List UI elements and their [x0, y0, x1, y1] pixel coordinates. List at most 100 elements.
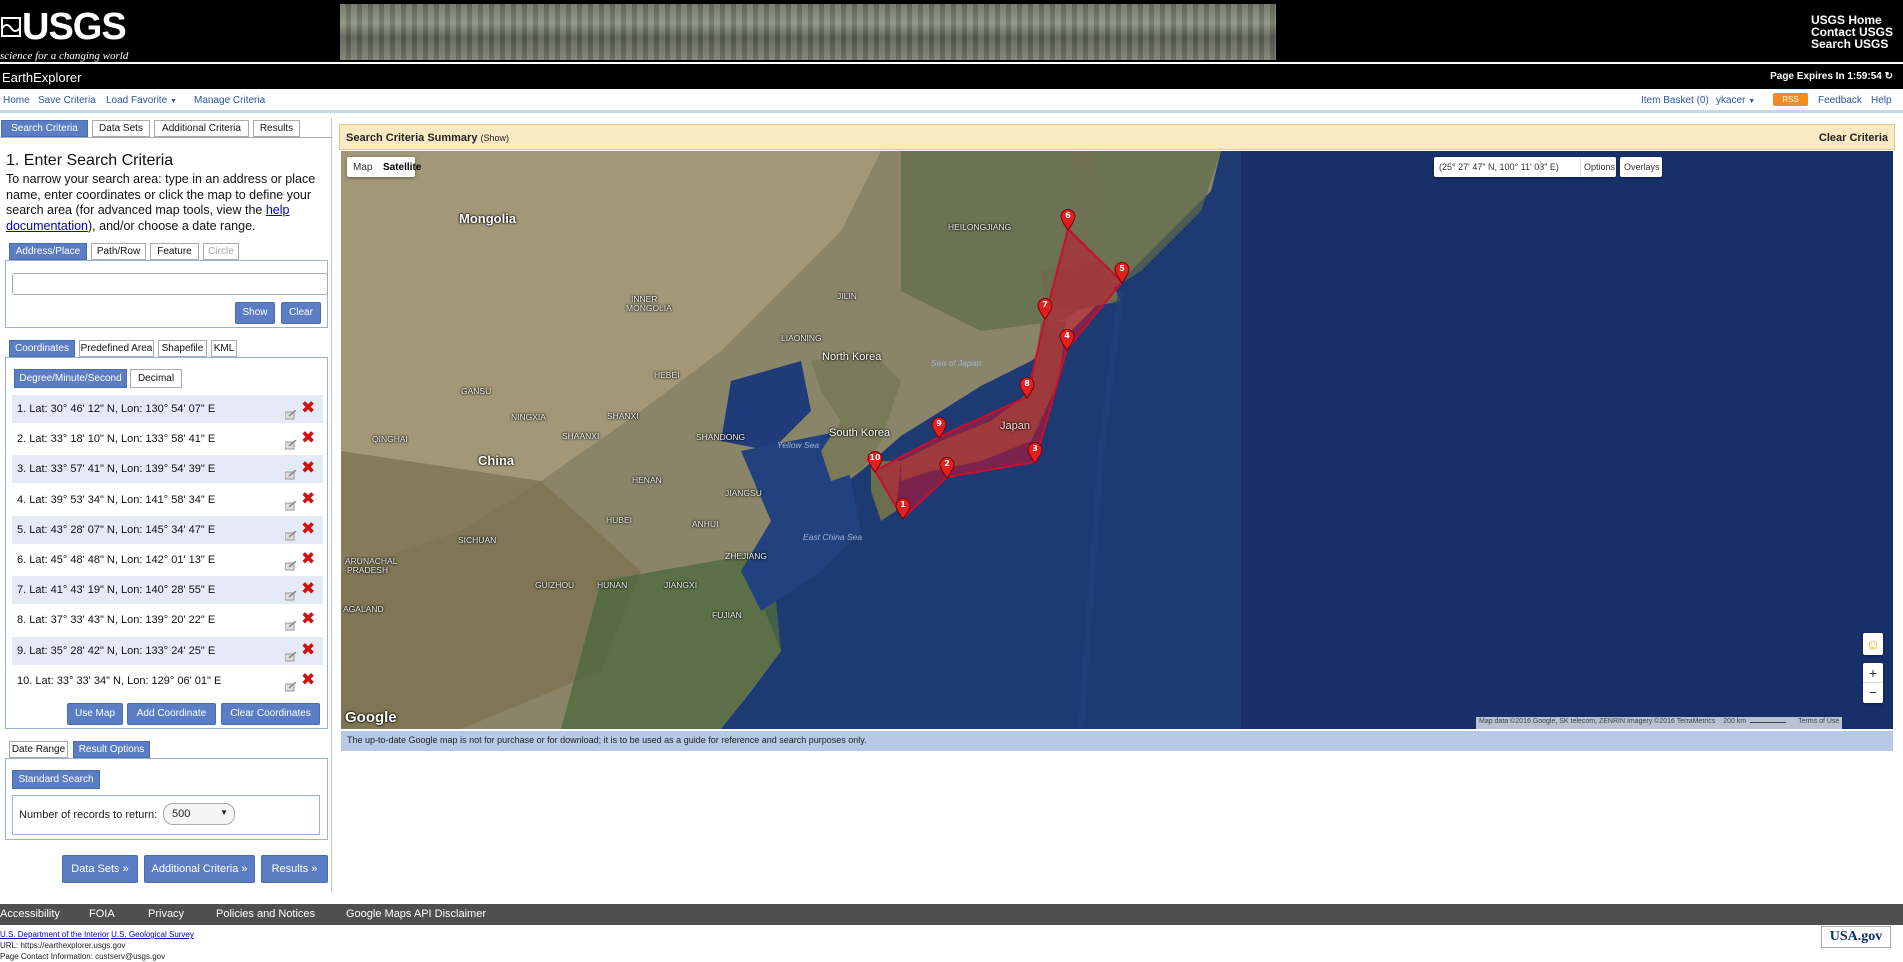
refresh-icon[interactable]: ↻ — [1885, 71, 1893, 82]
map-marker-icon[interactable]: 3 — [1027, 442, 1043, 464]
map-marker-icon[interactable]: 9 — [931, 417, 947, 439]
tab-coordinates[interactable]: Coordinates — [9, 340, 75, 357]
clear-address-button[interactable]: Clear — [281, 302, 321, 324]
tab-address-place[interactable]: Address/Place — [9, 243, 87, 260]
delete-coordinate-icon[interactable]: ✖ — [301, 400, 317, 417]
edit-coordinate-icon[interactable] — [284, 554, 297, 571]
map-marker-icon[interactable]: 10 — [867, 451, 883, 473]
usgs-link[interactable]: U.S. Geological Survey — [111, 930, 194, 939]
tab-shapefile[interactable]: Shapefile — [158, 340, 207, 357]
edit-coordinate-icon[interactable] — [284, 645, 297, 662]
usa-gov-logo[interactable]: USA.gov — [1821, 926, 1891, 948]
menu-help[interactable]: Help — [1871, 95, 1892, 106]
use-map-button[interactable]: Use Map — [67, 703, 123, 725]
tab-results[interactable]: Results — [253, 120, 300, 137]
footer-accessibility-link[interactable]: Accessibility — [0, 908, 60, 920]
edit-coordinate-icon[interactable] — [284, 463, 297, 480]
zoom-control: + − — [1863, 663, 1883, 703]
coordinate-text: 1. Lat: 30° 46' 12" N, Lon: 130° 54' 07"… — [17, 403, 216, 415]
delete-coordinate-icon[interactable]: ✖ — [301, 551, 317, 568]
map-marker-icon[interactable]: 1 — [895, 498, 911, 520]
summary-show-link[interactable]: (Show) — [481, 133, 510, 143]
tab-data-sets[interactable]: Data Sets — [92, 120, 150, 137]
map-canvas[interactable]: 1 2 3 4 5 6 7 8 9 10 Mongolia HEILONGJIANG INNER … — [341, 151, 1893, 729]
map-marker-icon[interactable]: 4 — [1059, 329, 1075, 351]
delete-coordinate-icon[interactable]: ✖ — [301, 641, 317, 659]
map-overlays-button[interactable]: Overlays — [1620, 157, 1662, 177]
menu-item-basket[interactable]: Item Basket (0) — [1641, 95, 1709, 106]
map-marker-label: 7 — [1042, 300, 1048, 309]
menu-save-criteria[interactable]: Save Criteria — [38, 95, 96, 106]
tab-date-range[interactable]: Date Range — [9, 741, 68, 758]
footer-google-maps-disclaimer-link[interactable]: Google Maps API Disclaimer — [346, 908, 486, 920]
footer-url: URL: https://earthexplorer.usgs.gov — [0, 941, 126, 950]
records-select[interactable]: 500 ▼ — [163, 803, 235, 825]
rss-icon[interactable]: RSS — [1773, 93, 1808, 106]
menu-manage-criteria[interactable]: Manage Criteria — [194, 95, 265, 106]
map-type-map-button[interactable]: Map — [353, 162, 372, 173]
add-coordinate-button[interactable]: Add Coordinate — [127, 703, 216, 725]
usgs-logo-text: USGS — [22, 6, 127, 48]
map-marker-icon[interactable]: 7 — [1037, 298, 1053, 320]
results-nav-button[interactable]: Results » — [261, 855, 328, 883]
edit-coordinate-icon[interactable] — [284, 584, 297, 601]
doi-link[interactable]: U.S. Department of the Interior — [0, 930, 109, 939]
edit-coordinate-icon[interactable] — [284, 433, 297, 450]
tab-predefined-area[interactable]: Predefined Area — [79, 340, 154, 357]
tab-search-criteria[interactable]: Search Criteria — [1, 120, 88, 137]
menu-user[interactable]: ykacer ▼ — [1716, 95, 1755, 106]
usgs-logo[interactable]: USGS science for a changing world — [0, 4, 340, 62]
label-gansu: GANSU — [461, 386, 492, 396]
delete-coordinate-icon[interactable]: ✖ — [301, 430, 317, 447]
tab-additional-criteria[interactable]: Additional Criteria — [154, 120, 249, 137]
menu-feedback[interactable]: Feedback — [1818, 95, 1862, 106]
map-marker-icon[interactable]: 5 — [1114, 262, 1130, 284]
edit-coordinate-icon[interactable] — [284, 403, 297, 420]
map-marker-icon[interactable]: 6 — [1060, 209, 1076, 231]
coordinate-text: 8. Lat: 37° 33' 43" N, Lon: 139° 20' 22"… — [17, 614, 216, 627]
delete-coordinate-icon[interactable]: ✖ — [301, 460, 317, 477]
tab-path-row[interactable]: Path/Row — [91, 243, 146, 260]
address-input[interactable] — [12, 273, 328, 295]
edit-coordinate-icon[interactable] — [284, 675, 297, 692]
delete-coordinate-icon[interactable]: ✖ — [301, 520, 317, 538]
clear-criteria-link[interactable]: Clear Criteria — [1819, 132, 1888, 144]
map-marker-icon[interactable]: 2 — [939, 457, 955, 479]
footer-foia-link[interactable]: FOIA — [89, 908, 115, 920]
show-button[interactable]: Show — [235, 302, 275, 324]
search-usgs-link[interactable]: Search USGS — [1811, 38, 1893, 50]
data-sets-nav-button[interactable]: Data Sets » — [62, 855, 138, 883]
delete-coordinate-icon[interactable]: ✖ — [301, 490, 317, 508]
label-north-korea: North Korea — [822, 351, 882, 363]
standard-search-button[interactable]: Standard Search — [12, 770, 100, 789]
map-type-satellite-button[interactable]: Satellite — [383, 162, 421, 173]
summary-title: Search Criteria Summary (Show) — [346, 132, 510, 144]
map-options-button[interactable]: Options — [1580, 157, 1616, 177]
delete-coordinate-icon[interactable]: ✖ — [301, 611, 317, 628]
label-inner-mongolia-2: MONGOLIA — [626, 303, 672, 313]
zoom-in-button[interactable]: + — [1863, 663, 1883, 683]
menu-load-favorite[interactable]: Load Favorite ▼ — [106, 95, 177, 106]
additional-criteria-nav-button[interactable]: Additional Criteria » — [144, 855, 255, 883]
zoom-out-button[interactable]: − — [1863, 683, 1883, 703]
clear-coordinates-button[interactable]: Clear Coordinates — [221, 703, 320, 725]
edit-coordinate-icon[interactable] — [284, 524, 297, 541]
delete-coordinate-icon[interactable]: ✖ — [301, 581, 317, 598]
map-marker-icon[interactable]: 8 — [1019, 377, 1035, 399]
delete-coordinate-icon[interactable]: ✖ — [301, 671, 317, 689]
tab-circle[interactable]: Circle — [203, 243, 239, 260]
records-label: Number of records to return: — [19, 809, 158, 821]
tab-degree-minute-second[interactable]: Degree/Minute/Second — [14, 369, 127, 388]
tab-decimal[interactable]: Decimal — [130, 369, 182, 388]
menu-home[interactable]: Home — [3, 95, 30, 106]
footer-policies-link[interactable]: Policies and Notices — [216, 908, 315, 920]
street-view-pegman-icon[interactable]: ☺ — [1863, 633, 1883, 655]
edit-coordinate-icon[interactable] — [284, 614, 297, 631]
tab-result-options[interactable]: Result Options — [73, 741, 150, 758]
coordinate-row: 9. Lat: 35° 28' 42" N, Lon: 133° 24' 25"… — [12, 636, 323, 665]
tab-feature[interactable]: Feature — [150, 243, 199, 260]
terms-of-use-link[interactable]: Terms of Use — [1798, 718, 1839, 725]
edit-coordinate-icon[interactable] — [284, 494, 297, 511]
footer-privacy-link[interactable]: Privacy — [148, 908, 184, 920]
tab-kml[interactable]: KML — [211, 340, 237, 357]
